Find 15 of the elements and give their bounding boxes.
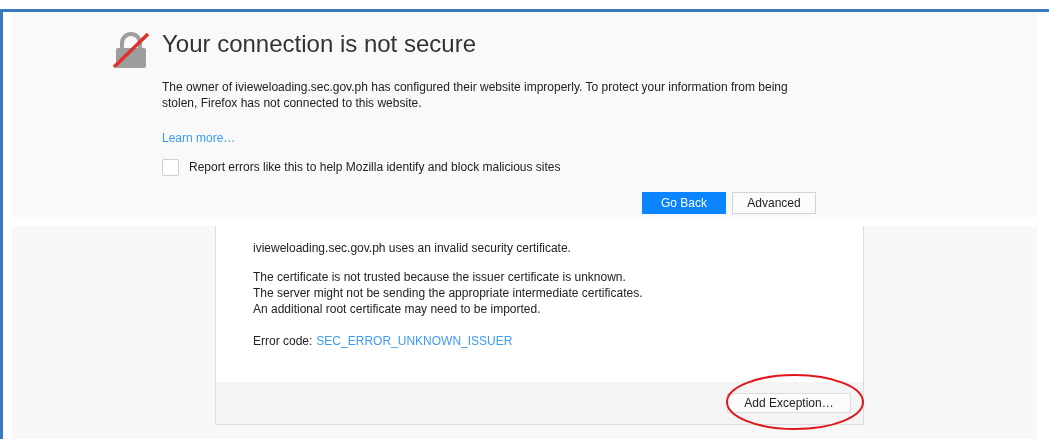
report-errors-label: Report errors like this to help Mozilla identify and block malicious sites [189, 159, 561, 176]
broken-lock-icon [112, 32, 150, 69]
error-description: The owner of ivieweloading.sec.gov.ph has configured their website improperly. To protect your information from being stolen, Firefox has not connected to this website. [162, 79, 789, 111]
error-code-link[interactable]: SEC_ERROR_UNKNOWN_ISSUER [316, 333, 513, 349]
add-exception-button[interactable]: Add Exception… [727, 393, 851, 413]
error-code-label: Error code: [253, 333, 313, 349]
page-title: Your connection is not secure [162, 29, 477, 59]
certificate-error-text: The certificate is not trusted because the issuer certificate is unknown. [253, 269, 627, 285]
certificate-error-text: An additional root certificate may need to be imported. [253, 301, 542, 317]
report-checkbox[interactable] [162, 158, 179, 176]
certificate-error-text: The server might not be sending the appropriate intermediate certificates. [253, 285, 644, 301]
learn-more-link[interactable]: Learn more… [162, 131, 236, 145]
advanced-button[interactable]: Advanced [732, 192, 816, 214]
certificate-error-text: ivieweloading.sec.gov.ph uses an invalid security certificate. [253, 240, 572, 256]
go-back-button[interactable]: Go Back [642, 192, 726, 214]
